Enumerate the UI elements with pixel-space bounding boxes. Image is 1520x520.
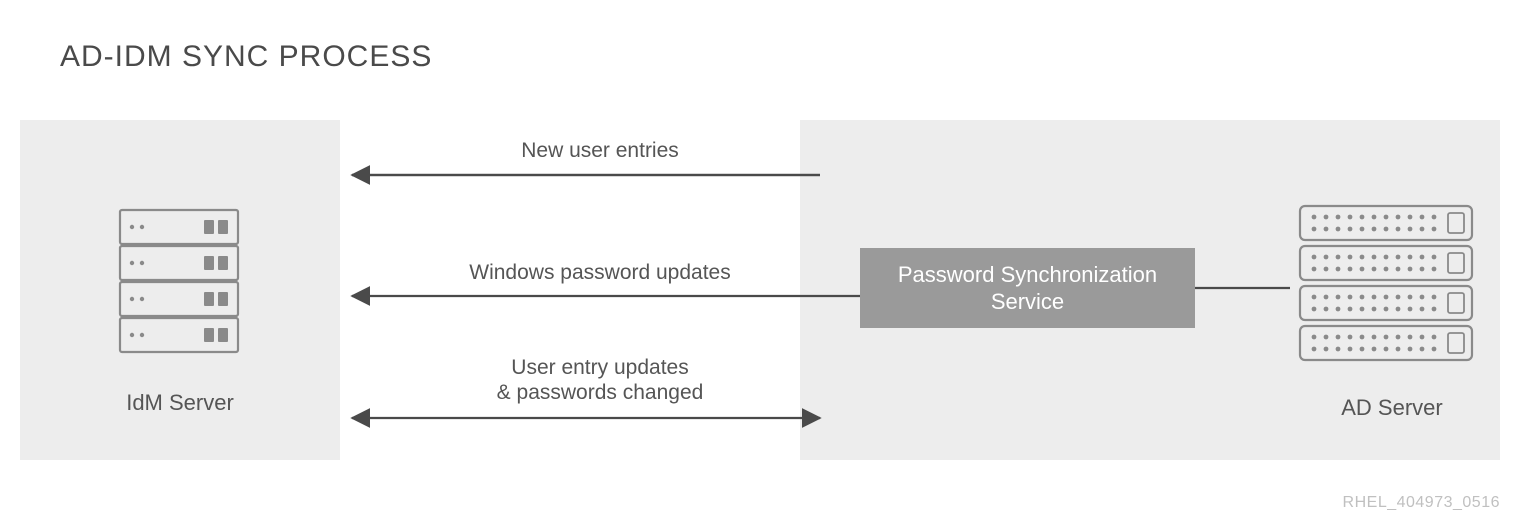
arrow-label-password-updates: Windows password updates (450, 260, 750, 285)
password-sync-service-box: Password Synchronization Service (860, 248, 1195, 328)
arrow-label-user-updates: User entry updates& passwords changed (450, 355, 750, 405)
diagram-title: AD-IDM SYNC PROCESS (60, 40, 432, 74)
idm-server-label: IdM Server (120, 390, 240, 416)
arrow-label-new-users: New user entries (450, 138, 750, 163)
ad-server-label: AD Server (1332, 395, 1452, 421)
footer-code: RHEL_404973_0516 (1343, 494, 1500, 512)
